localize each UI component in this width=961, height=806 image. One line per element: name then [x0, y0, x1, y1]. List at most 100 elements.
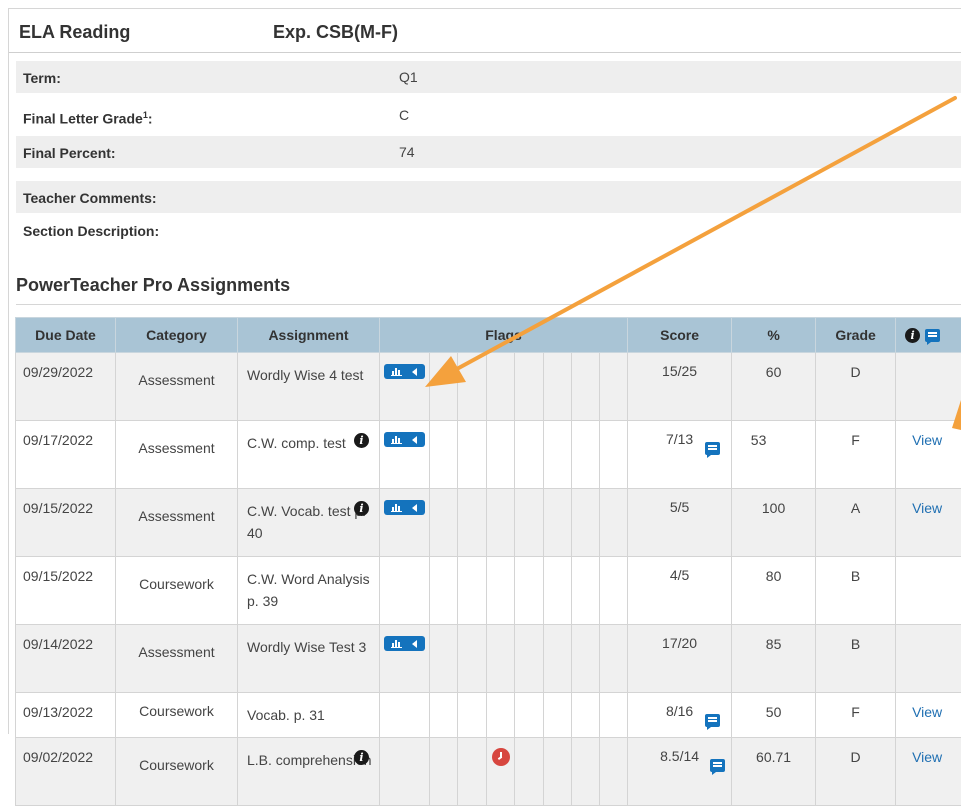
due-date: 09/15/2022 [16, 489, 116, 557]
col-flags: Flags [380, 318, 628, 353]
final-percent-value: 74 [399, 144, 415, 160]
grade: D [816, 738, 896, 806]
view-link[interactable]: View [912, 432, 942, 448]
final-percent-label: Final Percent: [23, 145, 116, 161]
grade: D [816, 353, 896, 421]
col-due-date[interactable]: Due Date [16, 318, 116, 353]
info-icon[interactable]: i [354, 433, 369, 448]
due-date: 09/02/2022 [16, 738, 116, 806]
category: Coursework [116, 557, 238, 625]
table-header-row: Due Date Category Assignment Flags Score… [16, 318, 961, 353]
flag-cell [380, 489, 430, 557]
view-link[interactable]: View [912, 704, 942, 720]
late-clock-icon[interactable] [492, 748, 510, 766]
teacher-comments-row: Teacher Comments: [16, 181, 961, 213]
category: Assessment [116, 625, 238, 693]
action-cell: View [896, 421, 961, 489]
score: 5/5 [628, 489, 732, 557]
standards-flag-icon[interactable] [384, 500, 425, 515]
table-row[interactable]: 09/17/2022 Assessment C.W. comp. testi 7… [16, 421, 961, 489]
category: Assessment [116, 353, 238, 421]
assignment-name: Vocab. p. 31 [238, 693, 380, 738]
standards-flag-icon[interactable] [384, 636, 425, 651]
table-row[interactable]: 09/15/2022 Coursework C.W. Word Analysis… [16, 557, 961, 625]
action-cell: View [896, 693, 961, 738]
final-letter-grade-label: Final Letter Grade1: [23, 110, 153, 127]
table-row[interactable]: 09/02/2022 Coursework L.B. comprehension… [16, 738, 961, 806]
score: 8/16 [628, 693, 732, 738]
view-link[interactable]: View [912, 749, 942, 765]
percent: 85 [732, 625, 816, 693]
table-row[interactable]: 09/13/2022 Coursework Vocab. p. 31 8/16 … [16, 693, 961, 738]
late-flag-cell [487, 738, 515, 806]
category: Assessment [116, 489, 238, 557]
category: Coursework [116, 738, 238, 806]
comment-icon[interactable] [705, 442, 720, 455]
term-label: Term: [23, 70, 61, 86]
percent: 53 [732, 421, 816, 489]
col-score[interactable]: Score [628, 318, 732, 353]
final-letter-grade-value: C [399, 107, 409, 123]
teacher-comments-label: Teacher Comments: [23, 190, 157, 206]
view-link[interactable]: View [912, 500, 942, 516]
percent: 50 [732, 693, 816, 738]
info-icon[interactable]: i [354, 750, 369, 765]
col-percent[interactable]: % [732, 318, 816, 353]
due-date: 09/15/2022 [16, 557, 116, 625]
score: 7/13 [628, 421, 732, 489]
due-date: 09/17/2022 [16, 421, 116, 489]
table-row[interactable]: 09/29/2022 Assessment Wordly Wise 4 test… [16, 353, 961, 421]
col-assignment[interactable]: Assignment [238, 318, 380, 353]
category: Assessment [116, 421, 238, 489]
info-icon: i [905, 328, 920, 343]
grade: A [816, 489, 896, 557]
course-section: Exp. CSB(M-F) [273, 22, 398, 43]
percent: 100 [732, 489, 816, 557]
standards-flag-icon[interactable] [384, 432, 425, 447]
score: 17/20 [628, 625, 732, 693]
assignment-name: C.W. comp. testi [238, 421, 380, 489]
action-cell [896, 557, 961, 625]
assignment-name: C.W. Vocab. test p. 40i [238, 489, 380, 557]
section-description-label: Section Description: [23, 223, 159, 239]
col-grade[interactable]: Grade [816, 318, 896, 353]
action-cell: View [896, 738, 961, 806]
course-header: ELA Reading Exp. CSB(M-F) [9, 9, 961, 53]
assignment-name: Wordly Wise 4 test [238, 353, 380, 421]
final-percent-row: Final Percent: 74 [16, 136, 961, 168]
comment-icon [925, 329, 940, 342]
grade: F [816, 421, 896, 489]
title-divider [16, 304, 961, 305]
category: Coursework [116, 693, 238, 738]
table-row[interactable]: 09/14/2022 Assessment Wordly Wise Test 3… [16, 625, 961, 693]
action-cell: View [896, 489, 961, 557]
table-row[interactable]: 09/15/2022 Assessment C.W. Vocab. test p… [16, 489, 961, 557]
term-value: Q1 [399, 69, 418, 85]
due-date: 09/13/2022 [16, 693, 116, 738]
section-description-row: Section Description: [16, 214, 961, 246]
due-date: 09/29/2022 [16, 353, 116, 421]
comment-icon[interactable] [710, 759, 725, 772]
term-row: Term: Q1 [16, 61, 961, 93]
final-letter-grade-row: Final Letter Grade1: C [16, 101, 961, 133]
grade: B [816, 625, 896, 693]
score: 15/25 [628, 353, 732, 421]
score: 4/5 [628, 557, 732, 625]
standards-flag-icon[interactable] [384, 364, 425, 379]
percent: 60.71 [732, 738, 816, 806]
comment-icon[interactable] [705, 714, 720, 727]
score: 8.5/14 [628, 738, 732, 806]
percent: 80 [732, 557, 816, 625]
col-info-comments: i [896, 318, 961, 353]
percent: 60 [732, 353, 816, 421]
info-icon[interactable]: i [354, 501, 369, 516]
flag-cell [380, 625, 430, 693]
assignment-name: C.W. Word Analysis p. 39 [238, 557, 380, 625]
assignment-name: Wordly Wise Test 3 [238, 625, 380, 693]
col-category[interactable]: Category [116, 318, 238, 353]
course-name: ELA Reading [19, 22, 130, 43]
action-cell [896, 353, 961, 421]
flag-cell [380, 353, 430, 421]
grade: B [816, 557, 896, 625]
action-cell [896, 625, 961, 693]
